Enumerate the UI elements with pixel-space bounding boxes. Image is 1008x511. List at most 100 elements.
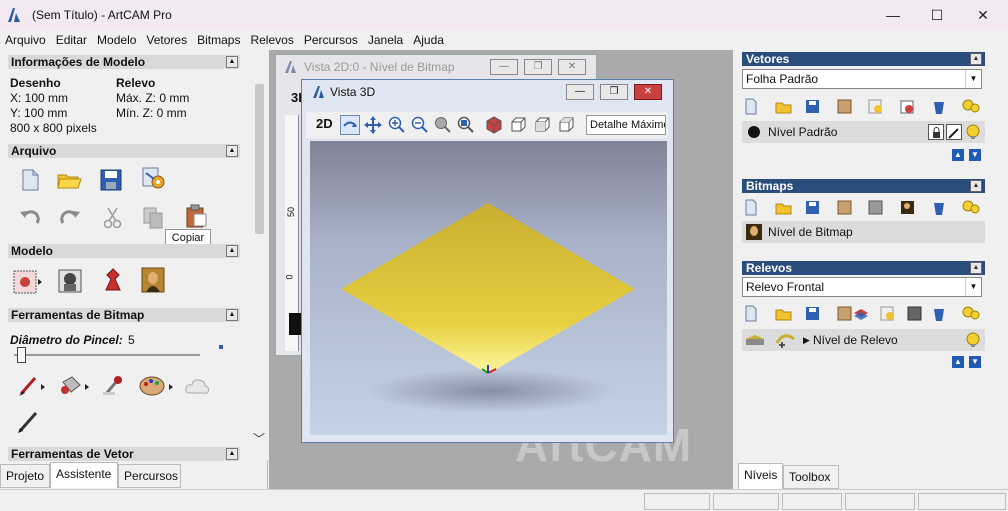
vetores-header[interactable]: Vetores ▲	[742, 52, 985, 66]
menu-editar[interactable]: Editar	[51, 30, 92, 50]
model-info-header[interactable]: Informações de Modelo ▲	[8, 55, 240, 69]
view-3d-maximize-button[interactable]: ❐	[600, 84, 628, 100]
grayscale-image-icon[interactable]	[57, 268, 83, 294]
eyedropper-icon[interactable]	[100, 372, 126, 398]
detail-level-select[interactable]: Detalhe Máximo	[586, 115, 666, 135]
move-layer-up-icon[interactable]: ▲	[952, 149, 964, 161]
maximize-button[interactable]: ☐	[914, 0, 960, 30]
zoom-box-icon[interactable]	[434, 116, 452, 137]
menu-arquivo[interactable]: Arquivo	[0, 30, 51, 50]
collapse-icon[interactable]: ▲	[226, 56, 238, 68]
paint-brush-icon[interactable]	[17, 372, 45, 398]
vector-tools-header[interactable]: Ferramentas de Vetor ▲	[8, 447, 240, 461]
visibility-bulb-icon[interactable]	[965, 332, 981, 355]
relevos-header[interactable]: Relevos ▲	[742, 261, 985, 275]
tab-niveis[interactable]: Níveis	[738, 463, 783, 489]
chevron-down-icon[interactable]: ▼	[965, 278, 981, 296]
view-2d-minimize-button[interactable]: —	[490, 59, 518, 75]
tab-assistente[interactable]: Assistente	[50, 462, 118, 488]
move-layer-down-icon[interactable]: ▼	[969, 356, 981, 368]
front-view-icon[interactable]	[509, 116, 527, 137]
save-icon[interactable]	[98, 167, 124, 193]
collapse-icon[interactable]: ▲	[226, 448, 238, 460]
layer-color-icon[interactable]	[748, 126, 760, 138]
top-view-icon[interactable]	[557, 116, 575, 137]
undo-icon[interactable]	[17, 205, 43, 231]
view-3d-minimize-button[interactable]: —	[566, 84, 594, 100]
collapse-icon[interactable]: ▲	[970, 180, 982, 192]
new-layer-icon	[745, 305, 757, 322]
brush-slider-track[interactable]	[14, 354, 200, 356]
view-2d-close-button[interactable]: ✕	[558, 59, 586, 75]
bitmap-layer-row[interactable]: Nível de Bitmap	[742, 221, 985, 243]
view-3d-window[interactable]: Vista 3D — ❐ ✕ 2D Detalhe Máximo	[301, 79, 674, 443]
paste-icon[interactable]	[183, 203, 209, 229]
expand-arrow-icon[interactable]: ▶	[803, 329, 810, 351]
relief-layer-row[interactable]: ▶ Nível de Relevo	[742, 329, 985, 351]
relief-select[interactable]: Relevo Frontal ▼	[742, 277, 982, 297]
zoom-out-icon[interactable]	[411, 116, 429, 137]
tab-toolbox[interactable]: Toolbox	[783, 465, 839, 489]
scrollbar-thumb[interactable]	[255, 84, 264, 234]
new-file-icon[interactable]	[17, 167, 43, 193]
tab-projeto[interactable]: Projeto	[0, 464, 50, 488]
move-layer-down-icon[interactable]: ▼	[969, 149, 981, 161]
rotate-view-icon[interactable]	[340, 115, 360, 135]
menu-bitmaps[interactable]: Bitmaps	[192, 30, 245, 50]
brush-slider-thumb[interactable]	[17, 347, 26, 363]
arquivo-header[interactable]: Arquivo ▲	[8, 144, 240, 158]
bitmaps-header[interactable]: Bitmaps ▲	[742, 179, 985, 193]
collapse-icon[interactable]: ▲	[970, 53, 982, 65]
visibility-bulb-icon[interactable]	[965, 124, 981, 147]
collapse-icon[interactable]: ▲	[970, 262, 982, 274]
cut-icon[interactable]	[100, 205, 126, 231]
edit-pen-icon[interactable]	[946, 124, 962, 140]
iso-view-icon[interactable]	[485, 116, 503, 137]
pencil-icon[interactable]	[16, 408, 42, 434]
scroll-down-icon[interactable]: ﹀	[253, 430, 265, 447]
side-view-icon[interactable]	[533, 116, 551, 137]
collapse-icon[interactable]: ▲	[226, 309, 238, 321]
3d-viewport[interactable]	[310, 141, 667, 435]
red-figure-icon[interactable]	[100, 266, 126, 292]
menu-vetores[interactable]: Vetores	[141, 30, 192, 50]
close-button[interactable]: ✕	[960, 0, 1006, 30]
menu-ajuda[interactable]: Ajuda	[408, 30, 449, 50]
copy-icon[interactable]	[140, 205, 166, 231]
bitmap-tools-header[interactable]: Ferramentas de Bitmap ▲	[8, 308, 240, 322]
redo-icon[interactable]	[57, 205, 83, 231]
chevron-down-icon[interactable]: ▼	[965, 70, 981, 88]
zoom-fit-icon[interactable]	[457, 116, 475, 137]
modelo-header[interactable]: Modelo ▲	[8, 244, 240, 258]
menu-percursos[interactable]: Percursos	[299, 30, 363, 50]
view-2d-maximize-button[interactable]: ❐	[524, 59, 552, 75]
model-size-icon[interactable]	[12, 268, 42, 294]
settings-wizard-icon[interactable]	[140, 165, 166, 191]
menu-janela[interactable]: Janela	[363, 30, 408, 50]
fill-bucket-icon[interactable]	[58, 372, 89, 398]
relief-plane	[341, 203, 635, 374]
minimize-button[interactable]: —	[870, 0, 916, 30]
zoom-in-icon[interactable]	[388, 116, 406, 137]
vector-layer-row[interactable]: Nível Padrão	[742, 121, 985, 143]
view-2d-button[interactable]: 2D	[316, 116, 333, 131]
relief-edit-icon[interactable]	[774, 331, 798, 358]
tab-percursos[interactable]: Percursos	[118, 464, 181, 488]
lock-icon[interactable]	[928, 124, 944, 140]
new-layer-icon	[745, 98, 757, 115]
view-3d-close-button[interactable]: ✕	[634, 84, 662, 100]
move-layer-up-icon[interactable]: ▲	[952, 356, 964, 368]
palette-icon[interactable]	[138, 372, 173, 398]
mona-lisa-icon[interactable]	[140, 266, 166, 293]
open-folder-icon[interactable]	[56, 167, 82, 193]
modelo-title: Modelo	[11, 244, 53, 258]
vector-sheet-select[interactable]: Folha Padrão ▼	[742, 69, 982, 89]
left-panel-scrollbar[interactable]: ﹀	[251, 50, 268, 460]
collapse-icon[interactable]: ▲	[226, 145, 238, 157]
artcam-logo-icon	[312, 85, 326, 102]
menu-relevos[interactable]: Relevos	[245, 30, 298, 50]
pan-icon[interactable]	[364, 116, 382, 137]
menu-modelo[interactable]: Modelo	[92, 30, 141, 50]
collapse-icon[interactable]: ▲	[226, 245, 238, 257]
cloud-tool-icon[interactable]	[183, 373, 210, 399]
